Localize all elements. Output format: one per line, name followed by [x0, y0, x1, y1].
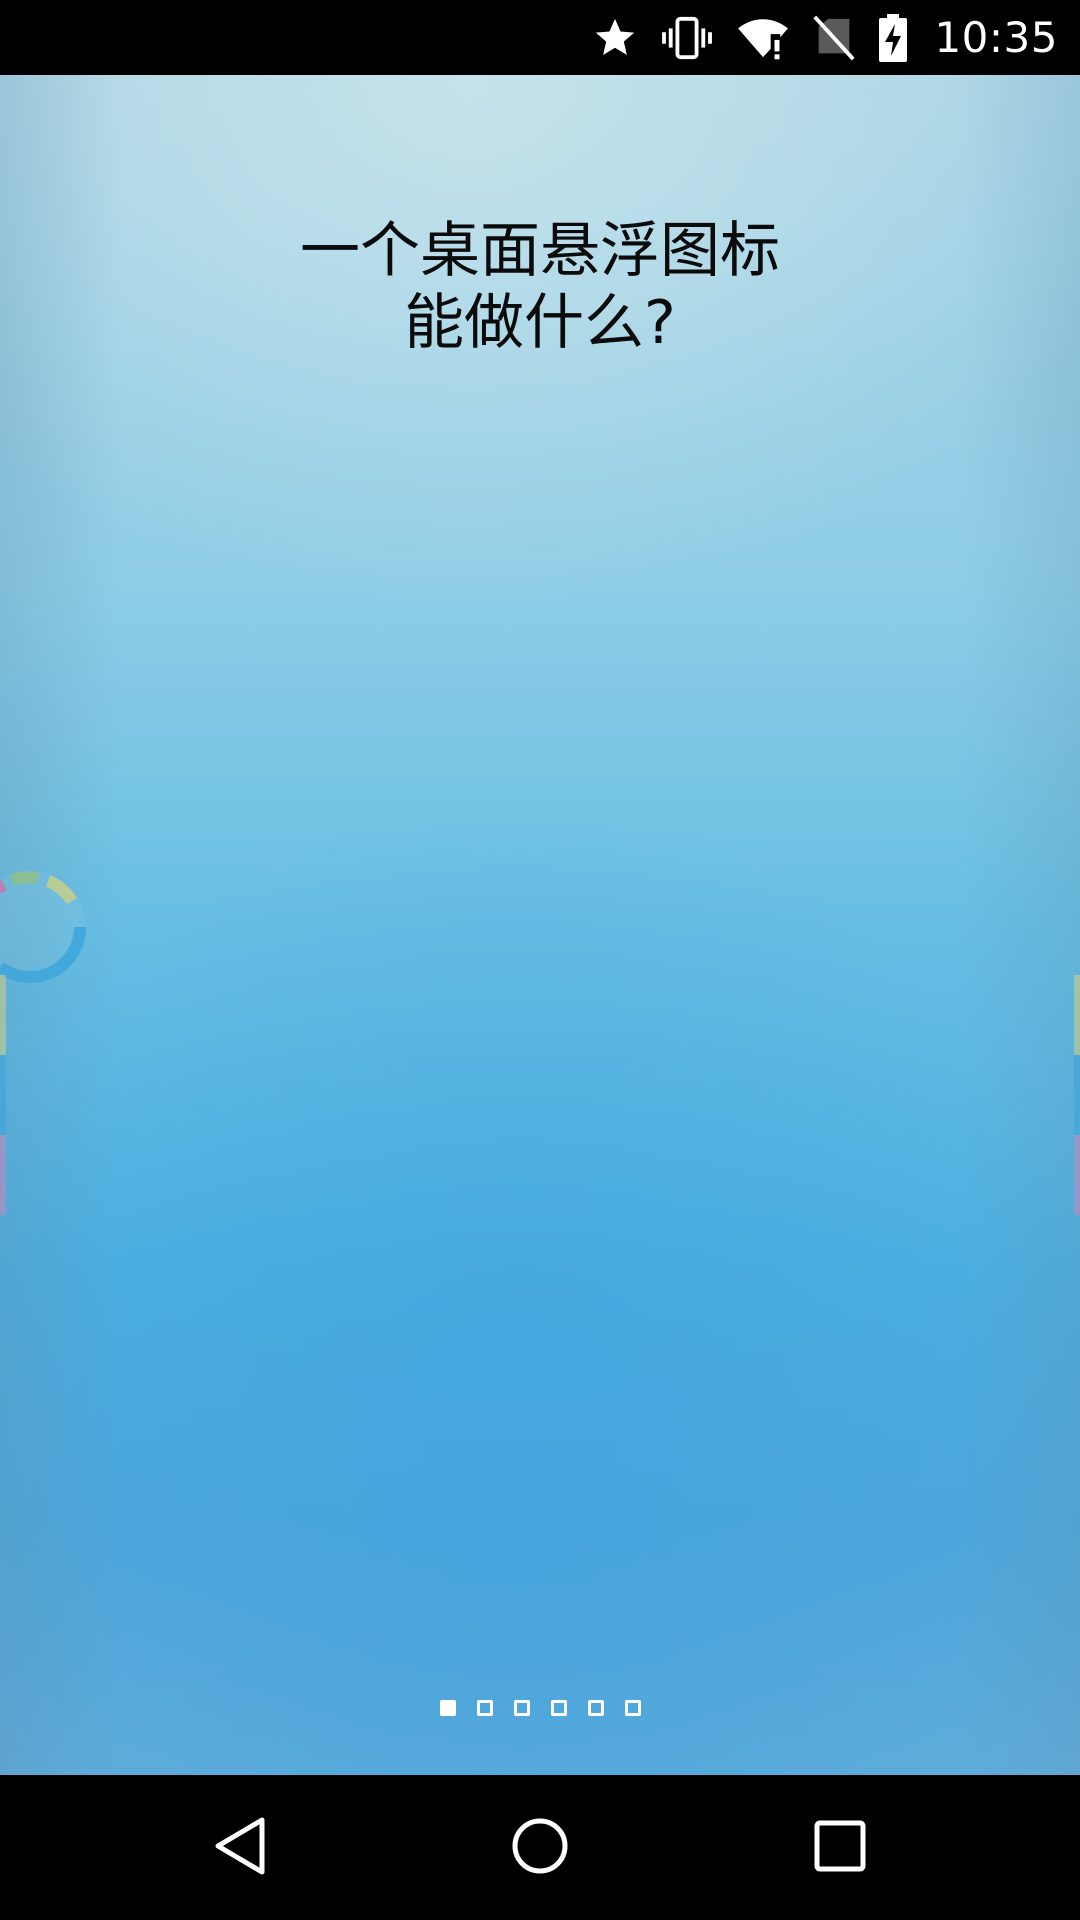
status-icons: 10:35: [592, 0, 1058, 75]
status-clock: 10:35: [934, 13, 1058, 62]
navigation-bar: [0, 1775, 1080, 1920]
star-icon: [592, 15, 638, 61]
floating-ball-icon[interactable]: [0, 855, 110, 1009]
vibrate-icon: [660, 15, 714, 61]
home-button[interactable]: [460, 1775, 620, 1920]
page-dot-5[interactable]: [587, 1700, 604, 1716]
recents-button[interactable]: [760, 1775, 920, 1920]
screen: 10:35 一个桌面悬浮图标 能做什么?: [0, 0, 1080, 1920]
wifi-alert-icon: [736, 15, 790, 61]
right-edge-handle[interactable]: [1074, 975, 1080, 1215]
back-button[interactable]: [160, 1775, 320, 1920]
no-sim-icon: [812, 15, 856, 61]
page-dot-6[interactable]: [624, 1700, 641, 1716]
battery-charging-icon: [878, 13, 908, 62]
intro-page[interactable]: 一个桌面悬浮图标 能做什么?: [0, 75, 1080, 1775]
page-dot-4[interactable]: [550, 1700, 567, 1716]
intro-title-line-2: 能做什么?: [404, 288, 676, 358]
page-dot-3[interactable]: [513, 1700, 530, 1716]
home-icon: [510, 1816, 570, 1880]
page-dot-2[interactable]: [476, 1700, 493, 1716]
intro-title: 一个桌面悬浮图标 能做什么?: [0, 215, 1080, 359]
status-bar: 10:35: [0, 0, 1080, 75]
left-edge-handle[interactable]: [0, 975, 6, 1215]
intro-title-line-1: 一个桌面悬浮图标: [300, 216, 780, 286]
page-indicator: [0, 1700, 1080, 1716]
back-icon: [210, 1814, 270, 1882]
page-dot-1[interactable]: [439, 1700, 456, 1716]
recents-icon: [812, 1818, 868, 1878]
